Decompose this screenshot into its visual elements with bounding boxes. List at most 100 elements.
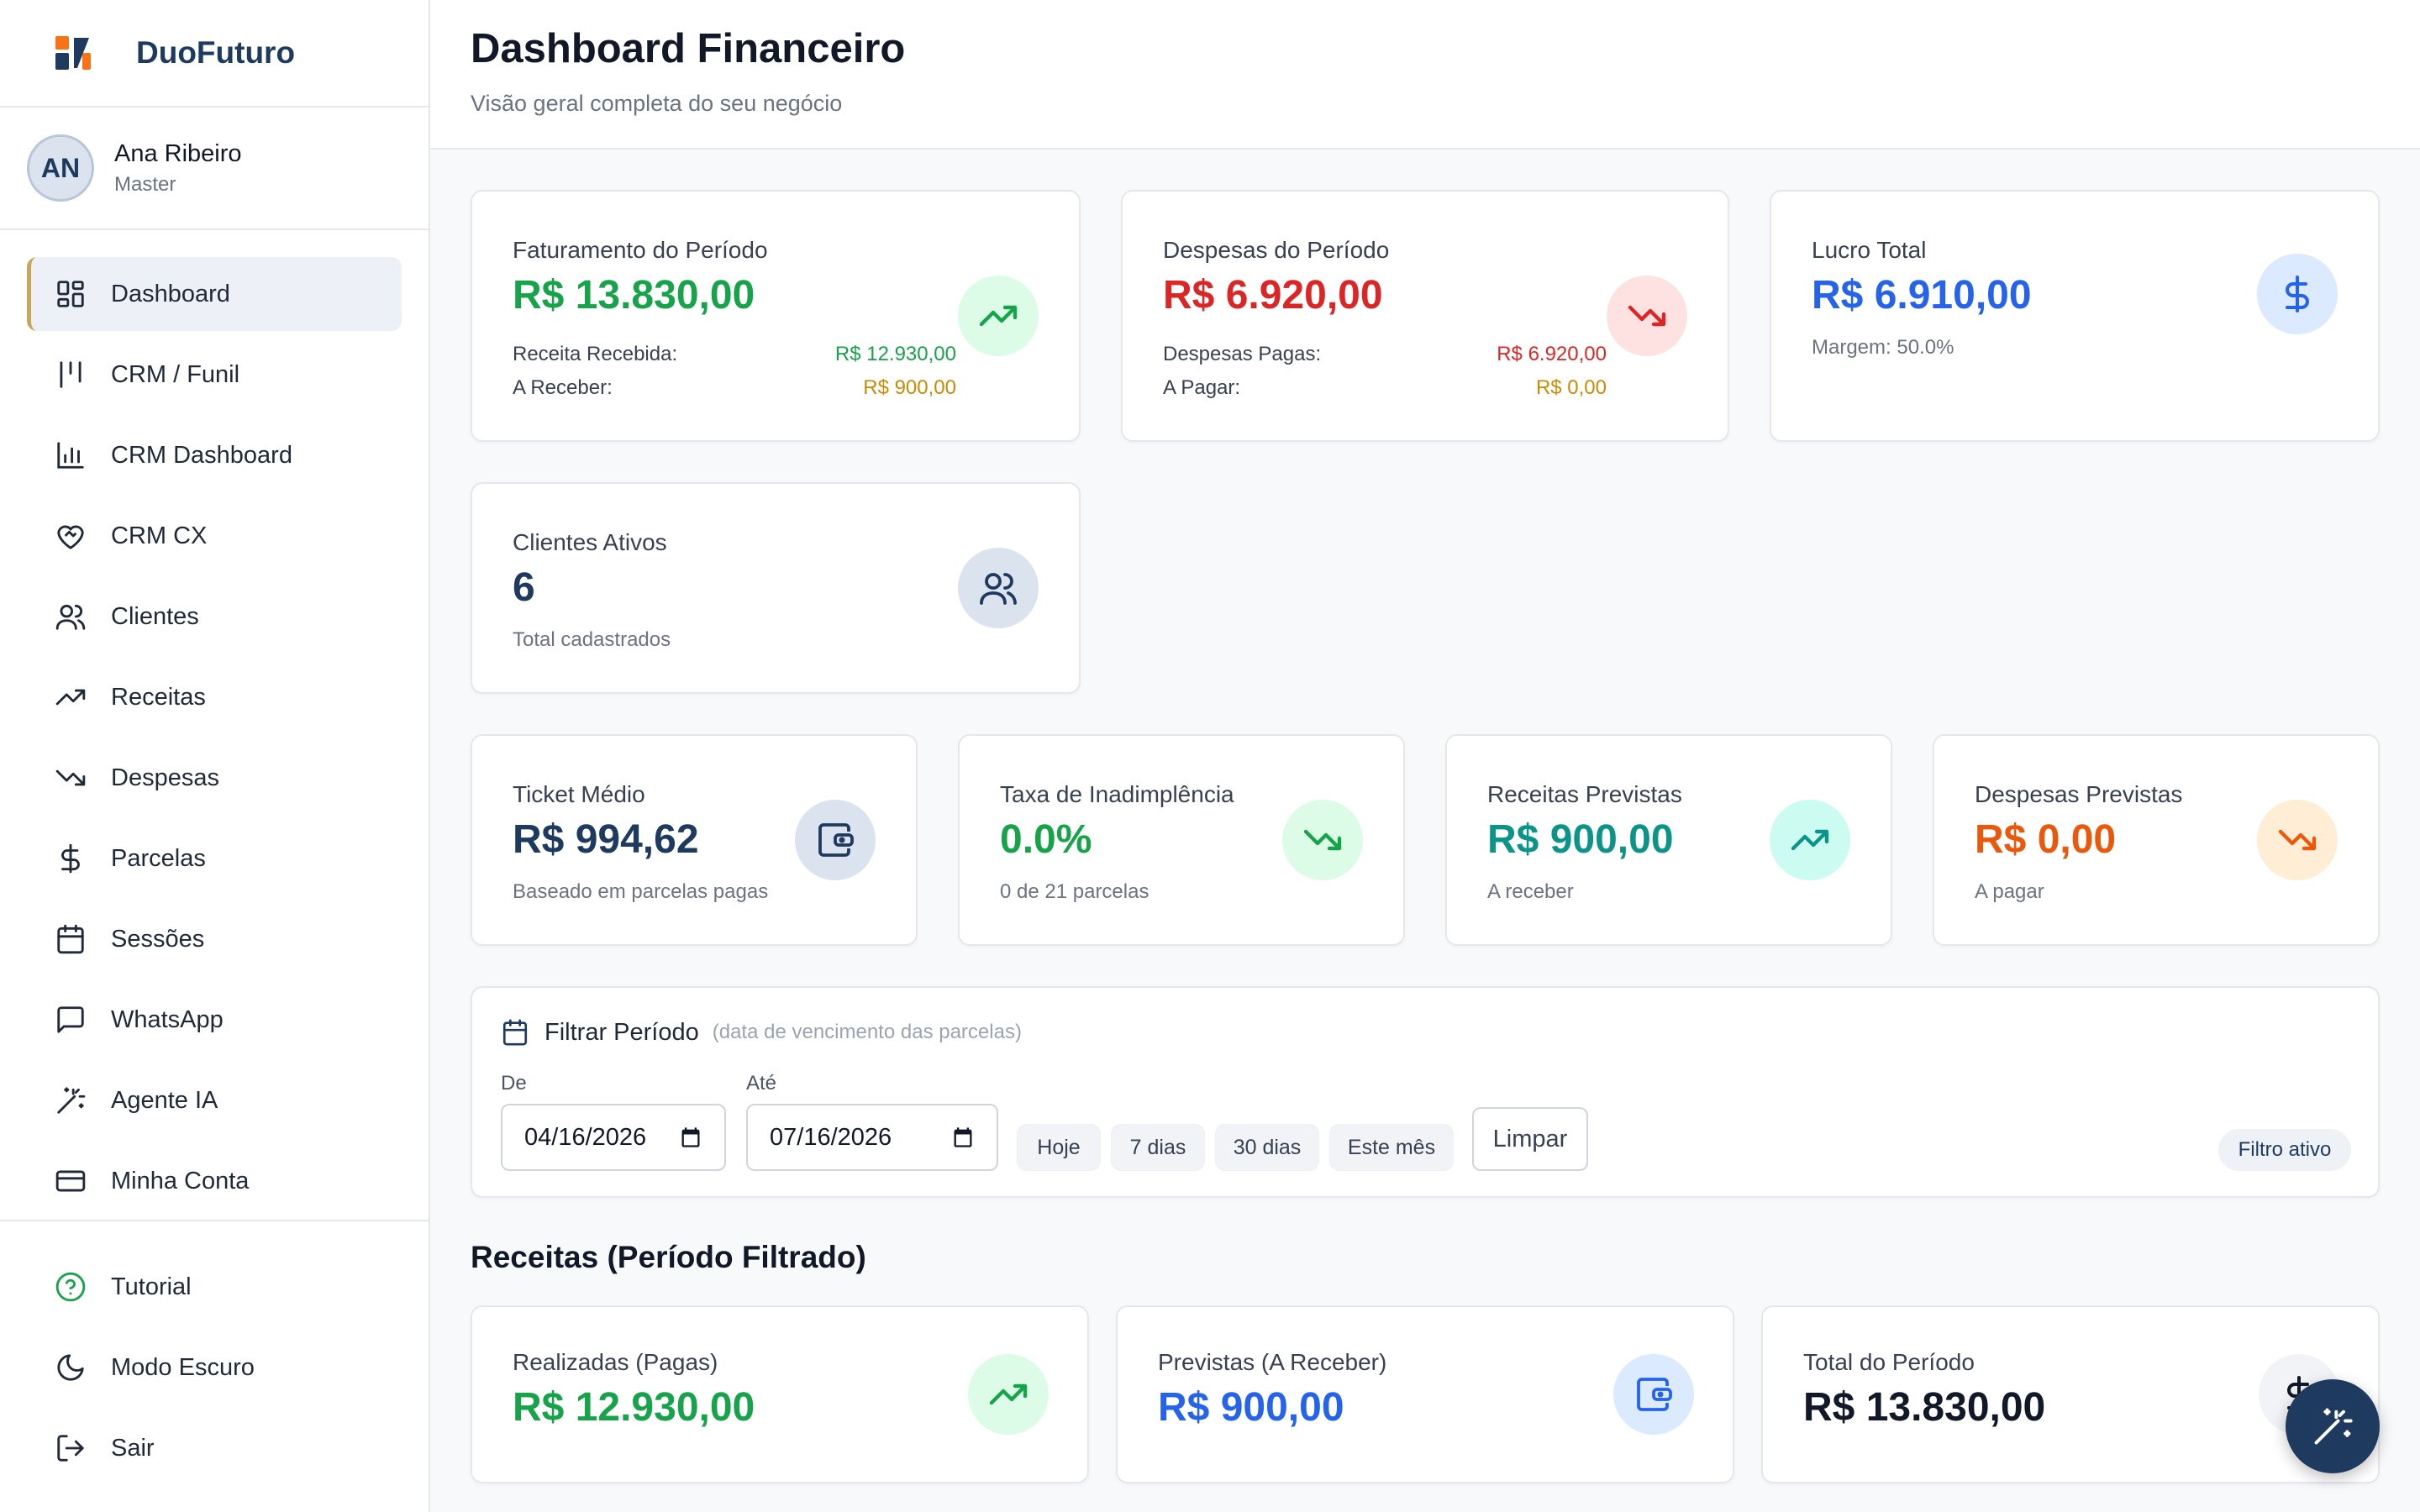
trending-down-icon	[1282, 800, 1363, 880]
ai-assistant-button[interactable]	[2286, 1379, 2380, 1473]
clear-filter-button[interactable]: Limpar	[1472, 1107, 1588, 1171]
trending-up-icon	[54, 680, 87, 714]
moon-icon	[54, 1351, 87, 1384]
sidebar-item-despesas[interactable]: Despesas	[27, 741, 402, 815]
card-label: Receitas Previstas	[1487, 781, 1682, 807]
page-title: Dashboard Financeiro	[471, 26, 906, 71]
sidebar-item-label: Dashboard	[111, 280, 230, 307]
to-label: Até	[746, 1072, 777, 1095]
calendar-picker-icon[interactable]	[679, 1126, 702, 1149]
quick-filter-30-days[interactable]: 30 dias	[1215, 1124, 1319, 1171]
sidebar-item-crm-dashboard[interactable]: CRM Dashboard	[27, 418, 402, 492]
filter-title: Filtrar Período (data de vencimento das …	[501, 1018, 1022, 1047]
calendar-icon	[54, 922, 87, 956]
sidebar-item-label: CRM CX	[111, 522, 208, 549]
credit-card-icon	[54, 1164, 87, 1198]
sidebar-item-agente-ia[interactable]: Agente IA	[27, 1063, 402, 1137]
trending-up-icon	[968, 1354, 1049, 1435]
sidebar-item-label: Parcelas	[111, 844, 206, 872]
clientes-card: Clientes Ativos 6 Total cadastrados	[471, 482, 1081, 694]
ticket-medio-card: Ticket Médio R$ 994,62 Baseado em parcel…	[471, 734, 918, 946]
sidebar-divider	[0, 1220, 429, 1221]
receitas-section-title: Receitas (Período Filtrado)	[471, 1240, 866, 1274]
sidebar-item-crm-cx[interactable]: CRM CX	[27, 499, 402, 573]
date-from-input[interactable]: 04/16/2026	[501, 1104, 726, 1171]
card-label: Despesas Previstas	[1975, 781, 2183, 807]
card-label: Previstas (A Receber)	[1158, 1349, 1387, 1375]
sidebar-item-dark-mode[interactable]: Modo Escuro	[27, 1331, 402, 1404]
inadimplencia-card: Taxa de Inadimplência 0.0% 0 de 21 parce…	[958, 734, 1405, 946]
user-name: Ana Ribeiro	[114, 139, 242, 167]
brand[interactable]: DuoFuturo	[0, 0, 429, 108]
sidebar-item-receitas[interactable]: Receitas	[27, 660, 402, 734]
card-label: Clientes Ativos	[513, 529, 667, 555]
sidebar-item-label: Clientes	[111, 602, 199, 630]
date-to-input[interactable]: 07/16/2026	[746, 1104, 998, 1171]
bar-chart-icon	[54, 438, 87, 472]
card-label: Ticket Médio	[513, 781, 645, 807]
receitas-previstas-card: Receitas Previstas R$ 900,00 A receber	[1445, 734, 1892, 946]
card-value: 0.0%	[1000, 817, 1092, 862]
card-value: R$ 900,00	[1158, 1385, 1344, 1430]
a-receber-value: R$ 900,00	[863, 376, 956, 399]
date-to-value: 07/16/2026	[770, 1123, 892, 1151]
sidebar-item-label: CRM Dashboard	[111, 441, 292, 469]
a-receber-label: A Receber:	[513, 376, 613, 399]
card-value: R$ 6.910,00	[1812, 273, 2032, 318]
sidebar-item-label: CRM / Funil	[111, 360, 240, 388]
despesas-pagas-value: R$ 6.920,00	[1497, 343, 1607, 365]
card-label: Total do Período	[1803, 1349, 1975, 1375]
card-note: Baseado em parcelas pagas	[513, 880, 769, 903]
dollar-icon	[54, 842, 87, 875]
sidebar-item-whatsapp[interactable]: WhatsApp	[27, 983, 402, 1057]
sidebar-item-tutorial[interactable]: Tutorial	[27, 1250, 402, 1324]
sidebar-item-clientes[interactable]: Clientes	[27, 580, 402, 654]
quick-filter-today[interactable]: Hoje	[1017, 1124, 1101, 1171]
user-profile[interactable]: AN Ana Ribeiro Master	[0, 108, 429, 230]
quick-filter-this-month[interactable]: Este mês	[1329, 1124, 1454, 1171]
filter-title-text: Filtrar Período	[544, 1018, 699, 1046]
despesas-card: Despesas do Período R$ 6.920,00 Despesas…	[1121, 190, 1729, 442]
sidebar-nav: Dashboard CRM / Funil CRM Dashboard CRM …	[0, 230, 429, 1218]
faturamento-card: Faturamento do Período R$ 13.830,00 Rece…	[471, 190, 1081, 442]
kanban-icon	[54, 358, 87, 391]
receitas-realizadas-card: Realizadas (Pagas) R$ 12.930,00	[471, 1305, 1089, 1483]
sidebar-item-sessoes[interactable]: Sessões	[27, 902, 402, 976]
brand-logo-icon	[55, 36, 91, 70]
sidebar: DuoFuturo AN Ana Ribeiro Master Dashboar…	[0, 0, 430, 1512]
sidebar-item-parcelas[interactable]: Parcelas	[27, 822, 402, 895]
dollar-icon	[2257, 254, 2338, 334]
card-value: R$ 12.930,00	[513, 1385, 755, 1430]
sidebar-item-label: Sair	[111, 1434, 155, 1462]
trending-down-icon	[1607, 276, 1687, 356]
calendar-picker-icon[interactable]	[951, 1126, 975, 1149]
margem-note: Margem: 50.0%	[1812, 336, 1954, 359]
card-value: R$ 994,62	[513, 817, 699, 862]
users-icon	[54, 600, 87, 633]
card-value: R$ 6.920,00	[1163, 273, 1383, 318]
period-filter: Filtrar Período (data de vencimento das …	[471, 986, 2380, 1198]
brand-name: DuoFuturo	[136, 35, 296, 70]
sidebar-item-logout[interactable]: Sair	[27, 1411, 402, 1485]
from-label: De	[501, 1072, 527, 1095]
sidebar-item-label: Tutorial	[111, 1273, 192, 1300]
sidebar-bottom-nav: Tutorial Modo Escuro Sair	[0, 1250, 429, 1492]
sidebar-item-crm-funil[interactable]: CRM / Funil	[27, 338, 402, 412]
sidebar-item-label: Minha Conta	[111, 1167, 250, 1194]
sidebar-item-label: Modo Escuro	[111, 1353, 255, 1381]
logout-icon	[54, 1431, 87, 1465]
sidebar-item-dashboard[interactable]: Dashboard	[27, 257, 402, 331]
filter-hint: (data de vencimento das parcelas)	[712, 1021, 1022, 1043]
sidebar-item-minha-conta[interactable]: Minha Conta	[27, 1144, 402, 1218]
avatar: AN	[27, 134, 94, 202]
despesas-previstas-card: Despesas Previstas R$ 0,00 A pagar	[1933, 734, 2380, 946]
quick-filter-7-days[interactable]: 7 dias	[1111, 1124, 1205, 1171]
filter-active-badge: Filtro ativo	[2218, 1129, 2351, 1171]
lucro-card: Lucro Total R$ 6.910,00 Margem: 50.0%	[1770, 190, 2380, 442]
wallet-icon	[1613, 1354, 1694, 1435]
trending-up-icon	[958, 276, 1039, 356]
sidebar-item-label: Receitas	[111, 683, 206, 711]
card-value: R$ 0,00	[1975, 817, 2117, 862]
message-square-icon	[54, 1003, 87, 1037]
a-pagar-label: A Pagar:	[1163, 376, 1241, 399]
